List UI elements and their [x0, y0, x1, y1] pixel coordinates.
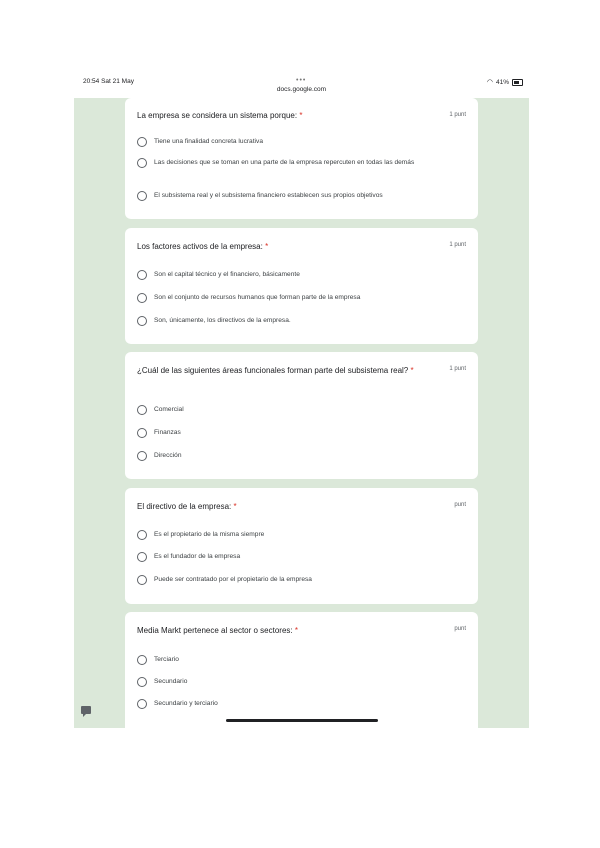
question-points: punt — [454, 502, 466, 508]
option-label: Comercial — [154, 406, 184, 413]
option-row[interactable]: Son, únicamente, los directivos de la em… — [137, 316, 454, 326]
radio-button[interactable] — [137, 191, 147, 201]
option-label: Son el capital técnico y el financiero, … — [154, 271, 300, 278]
radio-button[interactable] — [137, 575, 147, 585]
option-row[interactable]: Son el conjunto de recursos humanos que … — [137, 293, 454, 303]
option-row[interactable]: El subsistema real y el subsistema finan… — [137, 191, 454, 201]
feedback-icon[interactable] — [81, 706, 91, 717]
question-title: La empresa se considera un sistema porqu… — [137, 111, 303, 120]
radio-button[interactable] — [137, 677, 147, 687]
question-points: 1 punt — [449, 366, 466, 372]
radio-button[interactable] — [137, 158, 147, 168]
option-row[interactable]: Las decisiones que se toman en una parte… — [137, 158, 454, 168]
option-label: Las decisiones que se toman en una parte… — [154, 159, 415, 166]
radio-button[interactable] — [137, 552, 147, 562]
question-points: 1 punt — [449, 112, 466, 118]
radio-button[interactable] — [137, 530, 147, 540]
battery-percent: 41% — [495, 78, 509, 86]
option-label: Terciario — [154, 656, 179, 663]
option-row[interactable]: Secundario — [137, 677, 454, 687]
option-label: Es el fundador de la empresa — [154, 553, 241, 560]
option-row[interactable]: Secundario y terciario — [137, 699, 454, 709]
required-asterisk: * — [294, 626, 298, 635]
question-title: Los factores activos de la empresa: * — [137, 242, 269, 251]
radio-button[interactable] — [137, 405, 147, 415]
home-indicator[interactable] — [226, 719, 378, 722]
radio-button[interactable] — [137, 137, 147, 147]
status-bar: 20:54 Sat 21 May ••• docs.google.com ◠ 4… — [74, 74, 529, 98]
option-row[interactable]: Es el propietario de la misma siempre — [137, 530, 454, 540]
radio-button[interactable] — [137, 270, 147, 280]
status-time: 20:54 Sat 21 May — [83, 78, 134, 85]
option-label: Son el conjunto de recursos humanos que … — [154, 294, 361, 301]
question-card-1: La empresa se considera un sistema porqu… — [125, 98, 478, 219]
question-title: El directivo de la empresa: * — [137, 502, 237, 511]
question-card-5: Media Markt pertenece al sector o sector… — [125, 612, 478, 728]
option-label: Son, únicamente, los directivos de la em… — [154, 317, 291, 324]
option-label: Finanzas — [154, 429, 181, 436]
option-row[interactable]: Tiene una finalidad concreta lucrativa — [137, 137, 454, 147]
question-card-3: ¿Cuál de las siguientes áreas funcionale… — [125, 352, 478, 479]
option-row[interactable]: Comercial — [137, 405, 454, 415]
radio-button[interactable] — [137, 699, 147, 709]
option-row[interactable]: Puede ser contratado por el propietario … — [137, 575, 454, 585]
tablet-screen: 20:54 Sat 21 May ••• docs.google.com ◠ 4… — [74, 74, 529, 728]
multitasking-dots-icon[interactable]: ••• — [296, 77, 306, 84]
radio-button[interactable] — [137, 316, 147, 326]
question-points: punt — [454, 626, 466, 632]
option-row[interactable]: Es el fundador de la empresa — [137, 552, 454, 562]
required-asterisk: * — [233, 502, 237, 511]
option-label: El subsistema real y el subsistema finan… — [154, 192, 383, 199]
option-label: Puede ser contratado por el propietario … — [154, 576, 312, 583]
radio-button[interactable] — [137, 655, 147, 665]
required-asterisk: * — [299, 111, 303, 120]
required-asterisk: * — [410, 366, 414, 375]
required-asterisk: * — [265, 242, 269, 251]
question-points: 1 punt — [449, 242, 466, 248]
status-indicators: ◠ 41% — [487, 78, 523, 86]
radio-button[interactable] — [137, 428, 147, 438]
option-row[interactable]: Son el capital técnico y el financiero, … — [137, 270, 454, 280]
option-label: Es el propietario de la misma siempre — [154, 531, 265, 538]
option-row[interactable]: Dirección — [137, 451, 454, 461]
wifi-icon: ◠ — [486, 79, 493, 86]
question-card-4: El directivo de la empresa: * punt Es el… — [125, 488, 478, 604]
question-title: Media Markt pertenece al sector o sector… — [137, 626, 298, 635]
option-label: Secundario y terciario — [154, 700, 218, 707]
battery-icon — [512, 78, 523, 86]
question-card-2: Los factores activos de la empresa: * 1 … — [125, 228, 478, 344]
address-url[interactable]: docs.google.com — [74, 86, 529, 93]
radio-button[interactable] — [137, 451, 147, 461]
option-row[interactable]: Finanzas — [137, 428, 454, 438]
option-row[interactable]: Terciario — [137, 655, 454, 665]
option-label: Secundario — [154, 678, 188, 685]
option-label: Tiene una finalidad concreta lucrativa — [154, 138, 263, 145]
question-title: ¿Cuál de las siguientes áreas funcionale… — [137, 366, 414, 375]
radio-button[interactable] — [137, 293, 147, 303]
option-label: Dirección — [154, 452, 182, 459]
